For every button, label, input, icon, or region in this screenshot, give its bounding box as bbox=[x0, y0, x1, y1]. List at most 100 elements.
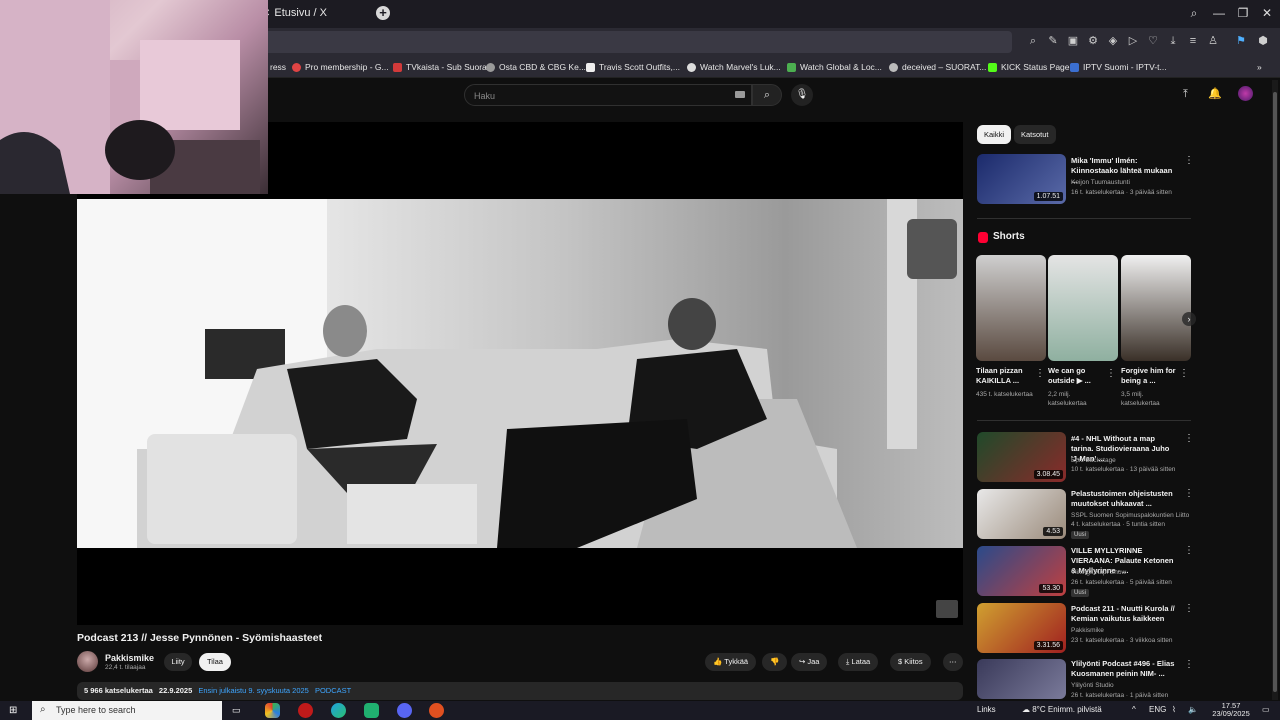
zoom-icon[interactable]: ⌕ bbox=[1026, 34, 1040, 48]
settings-icon[interactable]: ⚙ bbox=[1086, 34, 1100, 48]
address-bar[interactable] bbox=[262, 31, 1012, 53]
bookmarks-overflow-icon[interactable]: » bbox=[1257, 60, 1262, 74]
hashtag-link[interactable]: PODCAST bbox=[315, 686, 351, 695]
channel-name[interactable]: Pakkismike bbox=[1071, 626, 1104, 635]
extension-icon[interactable]: ⚑ bbox=[1234, 34, 1248, 48]
links-toolbar[interactable]: Links bbox=[977, 705, 996, 714]
new-tab-button[interactable]: + bbox=[376, 6, 390, 20]
clock[interactable]: 17.57 23/09/2025 bbox=[1211, 702, 1251, 718]
channel-name[interactable]: Ylilyönti Studio bbox=[1071, 681, 1114, 690]
heart-icon[interactable]: ♡ bbox=[1146, 34, 1160, 48]
bookmark-item[interactable]: IPTV Suomi - IPTV-t... bbox=[1070, 60, 1167, 74]
tray-expand-icon[interactable]: ^ bbox=[1132, 705, 1136, 714]
bookmark-item[interactable]: deceived – SUORAT... bbox=[889, 60, 986, 74]
video-thumbnail[interactable]: 3.31.56 bbox=[977, 603, 1066, 653]
edge-icon[interactable] bbox=[331, 703, 346, 718]
short-thumbnail[interactable] bbox=[1048, 255, 1118, 361]
play-icon[interactable]: ▷ bbox=[1126, 34, 1140, 48]
like-button[interactable]: 👍 Tykkää bbox=[705, 653, 757, 671]
minimize-icon[interactable]: — bbox=[1211, 5, 1227, 21]
bookmark-item[interactable]: Pro membership - G... bbox=[292, 60, 389, 74]
weather-widget[interactable]: ☁ 8°C Enimm. pilvistä bbox=[1022, 705, 1102, 714]
windows-start-icon[interactable]: ⊞ bbox=[9, 705, 17, 716]
shorts-next-icon[interactable]: › bbox=[1182, 312, 1196, 326]
channel-name[interactable]: Pakkismike bbox=[105, 653, 154, 663]
bookmark-item[interactable]: Watch Global & Loc... bbox=[787, 60, 882, 74]
chip-all[interactable]: Kaikki bbox=[977, 125, 1012, 144]
join-button[interactable]: Liity bbox=[164, 653, 192, 671]
edit-icon[interactable]: ✎ bbox=[1046, 34, 1060, 48]
more-icon[interactable]: ⋮ bbox=[1184, 433, 1194, 444]
camera-icon[interactable]: ▣ bbox=[1066, 34, 1080, 48]
bookmark-item[interactable]: Watch Marvel's Luk... bbox=[687, 60, 781, 74]
more-icon[interactable]: ⋮ bbox=[1184, 659, 1194, 670]
close-icon[interactable]: ✕ bbox=[1259, 5, 1275, 21]
volume-icon[interactable]: 🔈 bbox=[1188, 705, 1198, 714]
notification-center-icon[interactable]: ▭ bbox=[1262, 705, 1270, 714]
share-button[interactable]: ↪ Jaa bbox=[791, 653, 828, 671]
menu-icon[interactable]: ≡ bbox=[1186, 34, 1200, 48]
video-title[interactable]: Ylilyönti Podcast #496 - Elias Kuosmanen… bbox=[1071, 659, 1179, 679]
extensions-menu-icon[interactable]: ⬢ bbox=[1256, 34, 1270, 48]
more-icon[interactable]: ⋮ bbox=[1106, 368, 1116, 379]
scrollbar-thumb[interactable] bbox=[1273, 92, 1277, 692]
video-frame[interactable] bbox=[77, 199, 963, 548]
chrome-icon[interactable] bbox=[265, 703, 280, 718]
channel-name[interactable]: Viikings Käpi Show bbox=[1071, 568, 1126, 577]
browser-tab-active[interactable]: ✕ Etusivu / X bbox=[262, 2, 372, 24]
bookmark-item[interactable]: Travis Scott Outfits,... bbox=[586, 60, 680, 74]
taskbar-search-input[interactable]: ⌕ Type here to search bbox=[32, 701, 222, 720]
task-view-icon[interactable]: ▭ bbox=[232, 705, 241, 716]
channel-watermark[interactable] bbox=[936, 600, 958, 618]
short-thumbnail[interactable] bbox=[1121, 255, 1191, 361]
more-icon[interactable]: ⋮ bbox=[1184, 545, 1194, 556]
opera-icon[interactable] bbox=[298, 703, 313, 718]
voice-search-button[interactable]: 🎙 bbox=[791, 84, 813, 106]
language-indicator[interactable]: ENG bbox=[1149, 705, 1166, 714]
more-icon[interactable]: ⋮ bbox=[1035, 368, 1045, 379]
download-icon[interactable]: ⤓ bbox=[1166, 34, 1180, 48]
thanks-button[interactable]: $ Kiitos bbox=[890, 653, 931, 671]
video-title[interactable]: Pelastustoimen ohjeistusten muutokset uh… bbox=[1071, 489, 1179, 509]
bookmark-item[interactable]: KICK Status Page bbox=[988, 60, 1070, 74]
channel-name[interactable]: SSPL Suomen Sopimuspalokuntien Liitto bbox=[1071, 511, 1191, 520]
account-avatar[interactable] bbox=[1238, 86, 1253, 101]
chip-watched[interactable]: Katsotut bbox=[1014, 125, 1056, 144]
short-title[interactable]: Forgive him for being a ... bbox=[1121, 366, 1179, 386]
bookmark-item[interactable]: ress bbox=[270, 60, 286, 74]
search-icon[interactable]: ⌕ bbox=[1186, 5, 1202, 21]
vpn-icon[interactable]: ◈ bbox=[1106, 34, 1120, 48]
video-title[interactable]: Podcast 211 - Nuutti Kurola // Kemian va… bbox=[1071, 604, 1179, 624]
more-icon[interactable]: ⋮ bbox=[1184, 603, 1194, 614]
short-title[interactable]: Tilaan pizzan KAIKILLA ... bbox=[976, 366, 1034, 386]
short-title[interactable]: We can go outside ▶ ... bbox=[1048, 366, 1106, 386]
more-icon[interactable]: ⋮ bbox=[1184, 155, 1194, 166]
network-icon[interactable]: ⌇ bbox=[1172, 705, 1176, 714]
channel-avatar[interactable] bbox=[77, 651, 98, 672]
description-box[interactable]: 5 966 katselukertaa 22.9.2025 Ensin julk… bbox=[77, 682, 963, 700]
notifications-bell-icon[interactable]: 🔔 bbox=[1208, 87, 1222, 100]
video-thumbnail[interactable]: 4.53 bbox=[977, 489, 1066, 539]
download-button[interactable]: ⤓ Lataa bbox=[838, 653, 879, 671]
video-thumbnail[interactable]: 53.30 bbox=[977, 546, 1066, 596]
keyboard-icon[interactable] bbox=[735, 91, 745, 98]
app-icon[interactable] bbox=[429, 703, 444, 718]
bookmark-item[interactable]: Osta CBD & CBG Ke... bbox=[486, 60, 586, 74]
app-icon[interactable] bbox=[364, 703, 379, 718]
search-button[interactable]: ⌕ bbox=[752, 84, 782, 106]
discord-icon[interactable] bbox=[397, 703, 412, 718]
restore-icon[interactable]: ❐ bbox=[1235, 5, 1251, 21]
upload-icon[interactable]: ⤒ bbox=[1183, 88, 1188, 101]
bookmark-item[interactable]: TVkaista - Sub Suora bbox=[393, 60, 487, 74]
short-thumbnail[interactable] bbox=[976, 255, 1046, 361]
more-actions-button[interactable]: ⋯ bbox=[943, 653, 963, 671]
search-input[interactable]: Haku bbox=[464, 84, 752, 106]
video-thumbnail[interactable]: 1.07.51 bbox=[977, 154, 1066, 204]
channel-name[interactable]: Keijon Tuumaustunti bbox=[1071, 178, 1130, 187]
dislike-button[interactable]: 👎 bbox=[762, 653, 788, 671]
profile-icon[interactable]: ♙ bbox=[1206, 34, 1220, 48]
channel-name[interactable]: Epic Backstage bbox=[1071, 456, 1116, 465]
more-icon[interactable]: ⋮ bbox=[1179, 368, 1189, 379]
subscribe-button[interactable]: Tilaa bbox=[199, 653, 231, 671]
video-thumbnail[interactable] bbox=[977, 659, 1066, 699]
